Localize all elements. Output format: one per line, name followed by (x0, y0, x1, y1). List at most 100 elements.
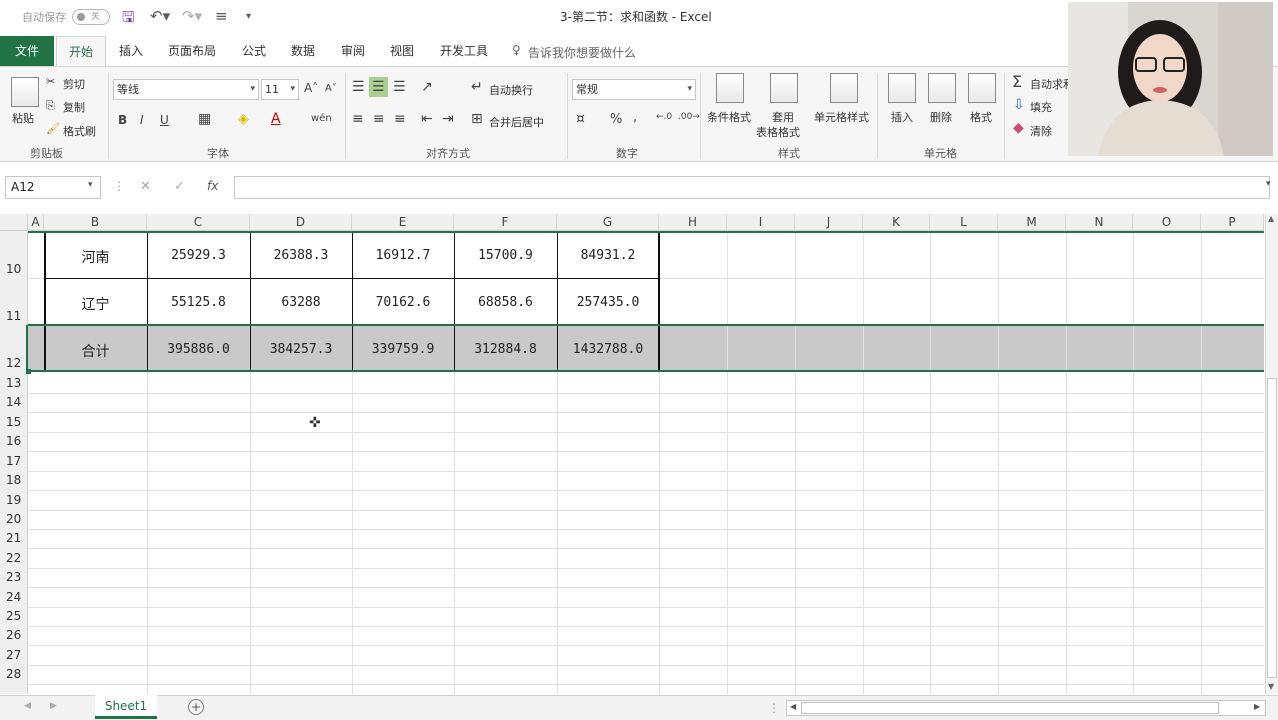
list-icon[interactable]: ≡ (215, 7, 228, 25)
autosum-icon[interactable]: Σ (1012, 72, 1022, 91)
column-header-j[interactable]: J (795, 214, 863, 231)
format-painter-icon[interactable]: 🖌 (46, 122, 60, 135)
cut-button[interactable]: 剪切 (63, 76, 85, 92)
next-sheet-icon[interactable]: ▶ (50, 701, 57, 711)
eraser-icon[interactable]: ◆ (1013, 120, 1024, 136)
column-header-n[interactable]: N (1066, 214, 1133, 231)
cell-g11[interactable]: 257435.0 (557, 295, 659, 310)
copy-button[interactable]: 复制 (63, 99, 85, 115)
wrap-text-button[interactable]: 自动换行 (489, 82, 533, 98)
cell-d12[interactable]: 384257.3 (250, 342, 352, 357)
format-painter-button[interactable]: 格式刷 (63, 123, 96, 139)
row-header-28[interactable]: 28 (0, 667, 28, 681)
delete-cells-icon[interactable] (928, 73, 956, 103)
conditional-format-button[interactable]: 条件格式 (707, 109, 751, 125)
align-middle-icon[interactable]: ☰ (369, 77, 388, 97)
sheet-tab-sheet1[interactable]: Sheet1 (95, 695, 157, 719)
fill-color-icon[interactable]: ◈ (238, 111, 249, 127)
select-all-corner[interactable] (0, 214, 28, 231)
column-header-a[interactable]: A (28, 214, 44, 231)
fill-button[interactable]: 填充 (1030, 99, 1052, 115)
copy-icon[interactable]: ⎘ (46, 99, 55, 113)
redo-icon[interactable]: ↷▾ (182, 7, 202, 25)
tab-formulas[interactable]: 公式 (230, 36, 278, 66)
horizontal-scroll-thumb[interactable] (801, 702, 1219, 714)
column-header-i[interactable]: I (727, 214, 795, 231)
cell-b10[interactable]: 河南 (44, 247, 147, 267)
tell-me-search[interactable]: 告诉我你想要做什么 (528, 44, 636, 61)
expand-formula-icon[interactable]: ▾ (1266, 179, 1271, 189)
column-header-l[interactable]: L (930, 214, 998, 231)
orientation-icon[interactable]: ↗ (421, 79, 433, 95)
grow-font-icon[interactable]: A˄ (304, 81, 318, 95)
cell-d10[interactable]: 26388.3 (250, 248, 352, 263)
bold-button[interactable]: B (118, 113, 127, 127)
formula-input[interactable] (234, 176, 1270, 199)
font-size-select[interactable]: 11 (261, 79, 299, 100)
row-header-25[interactable]: 25 (0, 609, 28, 623)
column-header-p[interactable]: P (1201, 214, 1264, 231)
column-header-k[interactable]: K (863, 214, 930, 231)
cell-b12[interactable]: 合计 (44, 341, 147, 361)
undo-icon[interactable]: ↶▾ (150, 7, 170, 25)
horizontal-scrollbar[interactable]: ◀ ▶ (786, 700, 1266, 716)
phonetic-button[interactable]: wén (311, 113, 332, 124)
tab-page-layout[interactable]: 页面布局 (156, 36, 228, 66)
row-header-14[interactable]: 14 (0, 395, 28, 409)
table-format-icon[interactable] (770, 73, 798, 103)
row-header-17[interactable]: 17 (0, 454, 28, 468)
cell-c11[interactable]: 55125.8 (147, 295, 250, 310)
scroll-down-icon[interactable]: ▼ (1268, 682, 1274, 691)
row-header-10[interactable]: 10 (0, 262, 28, 276)
tab-file[interactable]: 文件 (0, 36, 54, 66)
row-header-18[interactable]: 18 (0, 473, 28, 487)
currency-icon[interactable]: ¤ (576, 111, 585, 127)
underline-button[interactable]: U (160, 113, 169, 127)
fill-icon[interactable]: ⇩ (1013, 97, 1025, 113)
customize-qat-icon[interactable]: ▾ (246, 11, 251, 22)
autosave-toggle[interactable]: 关 (72, 9, 110, 25)
decrease-decimal-icon[interactable]: .00→ (678, 112, 700, 122)
increase-decimal-icon[interactable]: ←.0 (656, 112, 672, 122)
format-cells-icon[interactable] (968, 73, 996, 103)
cell-e11[interactable]: 70162.6 (352, 295, 454, 310)
wrap-text-icon[interactable]: ↵ (471, 79, 483, 95)
name-box-dropdown-icon[interactable]: ▾ (88, 180, 93, 190)
prev-sheet-icon[interactable]: ◀ (24, 701, 31, 711)
tab-developer[interactable]: 开发工具 (428, 36, 500, 66)
fill-handle[interactable] (26, 369, 31, 374)
cancel-formula-button[interactable]: ✕ (140, 179, 151, 194)
cell-e12[interactable]: 339759.9 (352, 342, 454, 357)
save-icon[interactable]: 🖫 (122, 7, 135, 32)
column-header-o[interactable]: O (1133, 214, 1201, 231)
insert-function-button[interactable]: fx (207, 179, 218, 193)
cell-f11[interactable]: 68858.6 (454, 295, 557, 310)
cell-f12[interactable]: 312884.8 (454, 342, 557, 357)
column-header-c[interactable]: C (147, 214, 250, 231)
vertical-scrollbar[interactable]: ▲ ▼ (1265, 214, 1278, 694)
merge-icon[interactable]: ⊞ (471, 111, 483, 127)
scroll-up-icon[interactable]: ▲ (1268, 214, 1274, 223)
tab-insert[interactable]: 插入 (107, 36, 155, 66)
cell-g10[interactable]: 84931.2 (557, 248, 659, 263)
cell-c10[interactable]: 25929.3 (147, 248, 250, 263)
font-name-select[interactable]: 等线 (113, 79, 259, 100)
italic-button[interactable]: I (140, 113, 144, 127)
tab-data[interactable]: 数据 (279, 36, 327, 66)
shrink-font-icon[interactable]: A˅ (325, 83, 337, 94)
number-format-select[interactable]: 常规 (572, 79, 696, 100)
row-header-12[interactable]: 12 (0, 356, 28, 370)
row-header-16[interactable]: 16 (0, 434, 28, 448)
scroll-left-icon[interactable]: ◀ (790, 702, 796, 711)
align-right-icon[interactable]: ≡ (394, 111, 406, 127)
cell-e10[interactable]: 16912.7 (352, 248, 454, 263)
enter-formula-button[interactable]: ✓ (174, 179, 185, 194)
font-color-icon[interactable]: A (271, 111, 281, 127)
decrease-indent-icon[interactable]: ⇤ (421, 111, 433, 127)
column-header-d[interactable]: D (250, 214, 352, 231)
scroll-right-icon[interactable]: ▶ (1254, 702, 1260, 711)
tab-view[interactable]: 视图 (378, 36, 426, 66)
align-left-icon[interactable]: ≡ (352, 111, 364, 127)
row-header-23[interactable]: 23 (0, 570, 28, 584)
percent-button[interactable]: % (610, 112, 622, 127)
